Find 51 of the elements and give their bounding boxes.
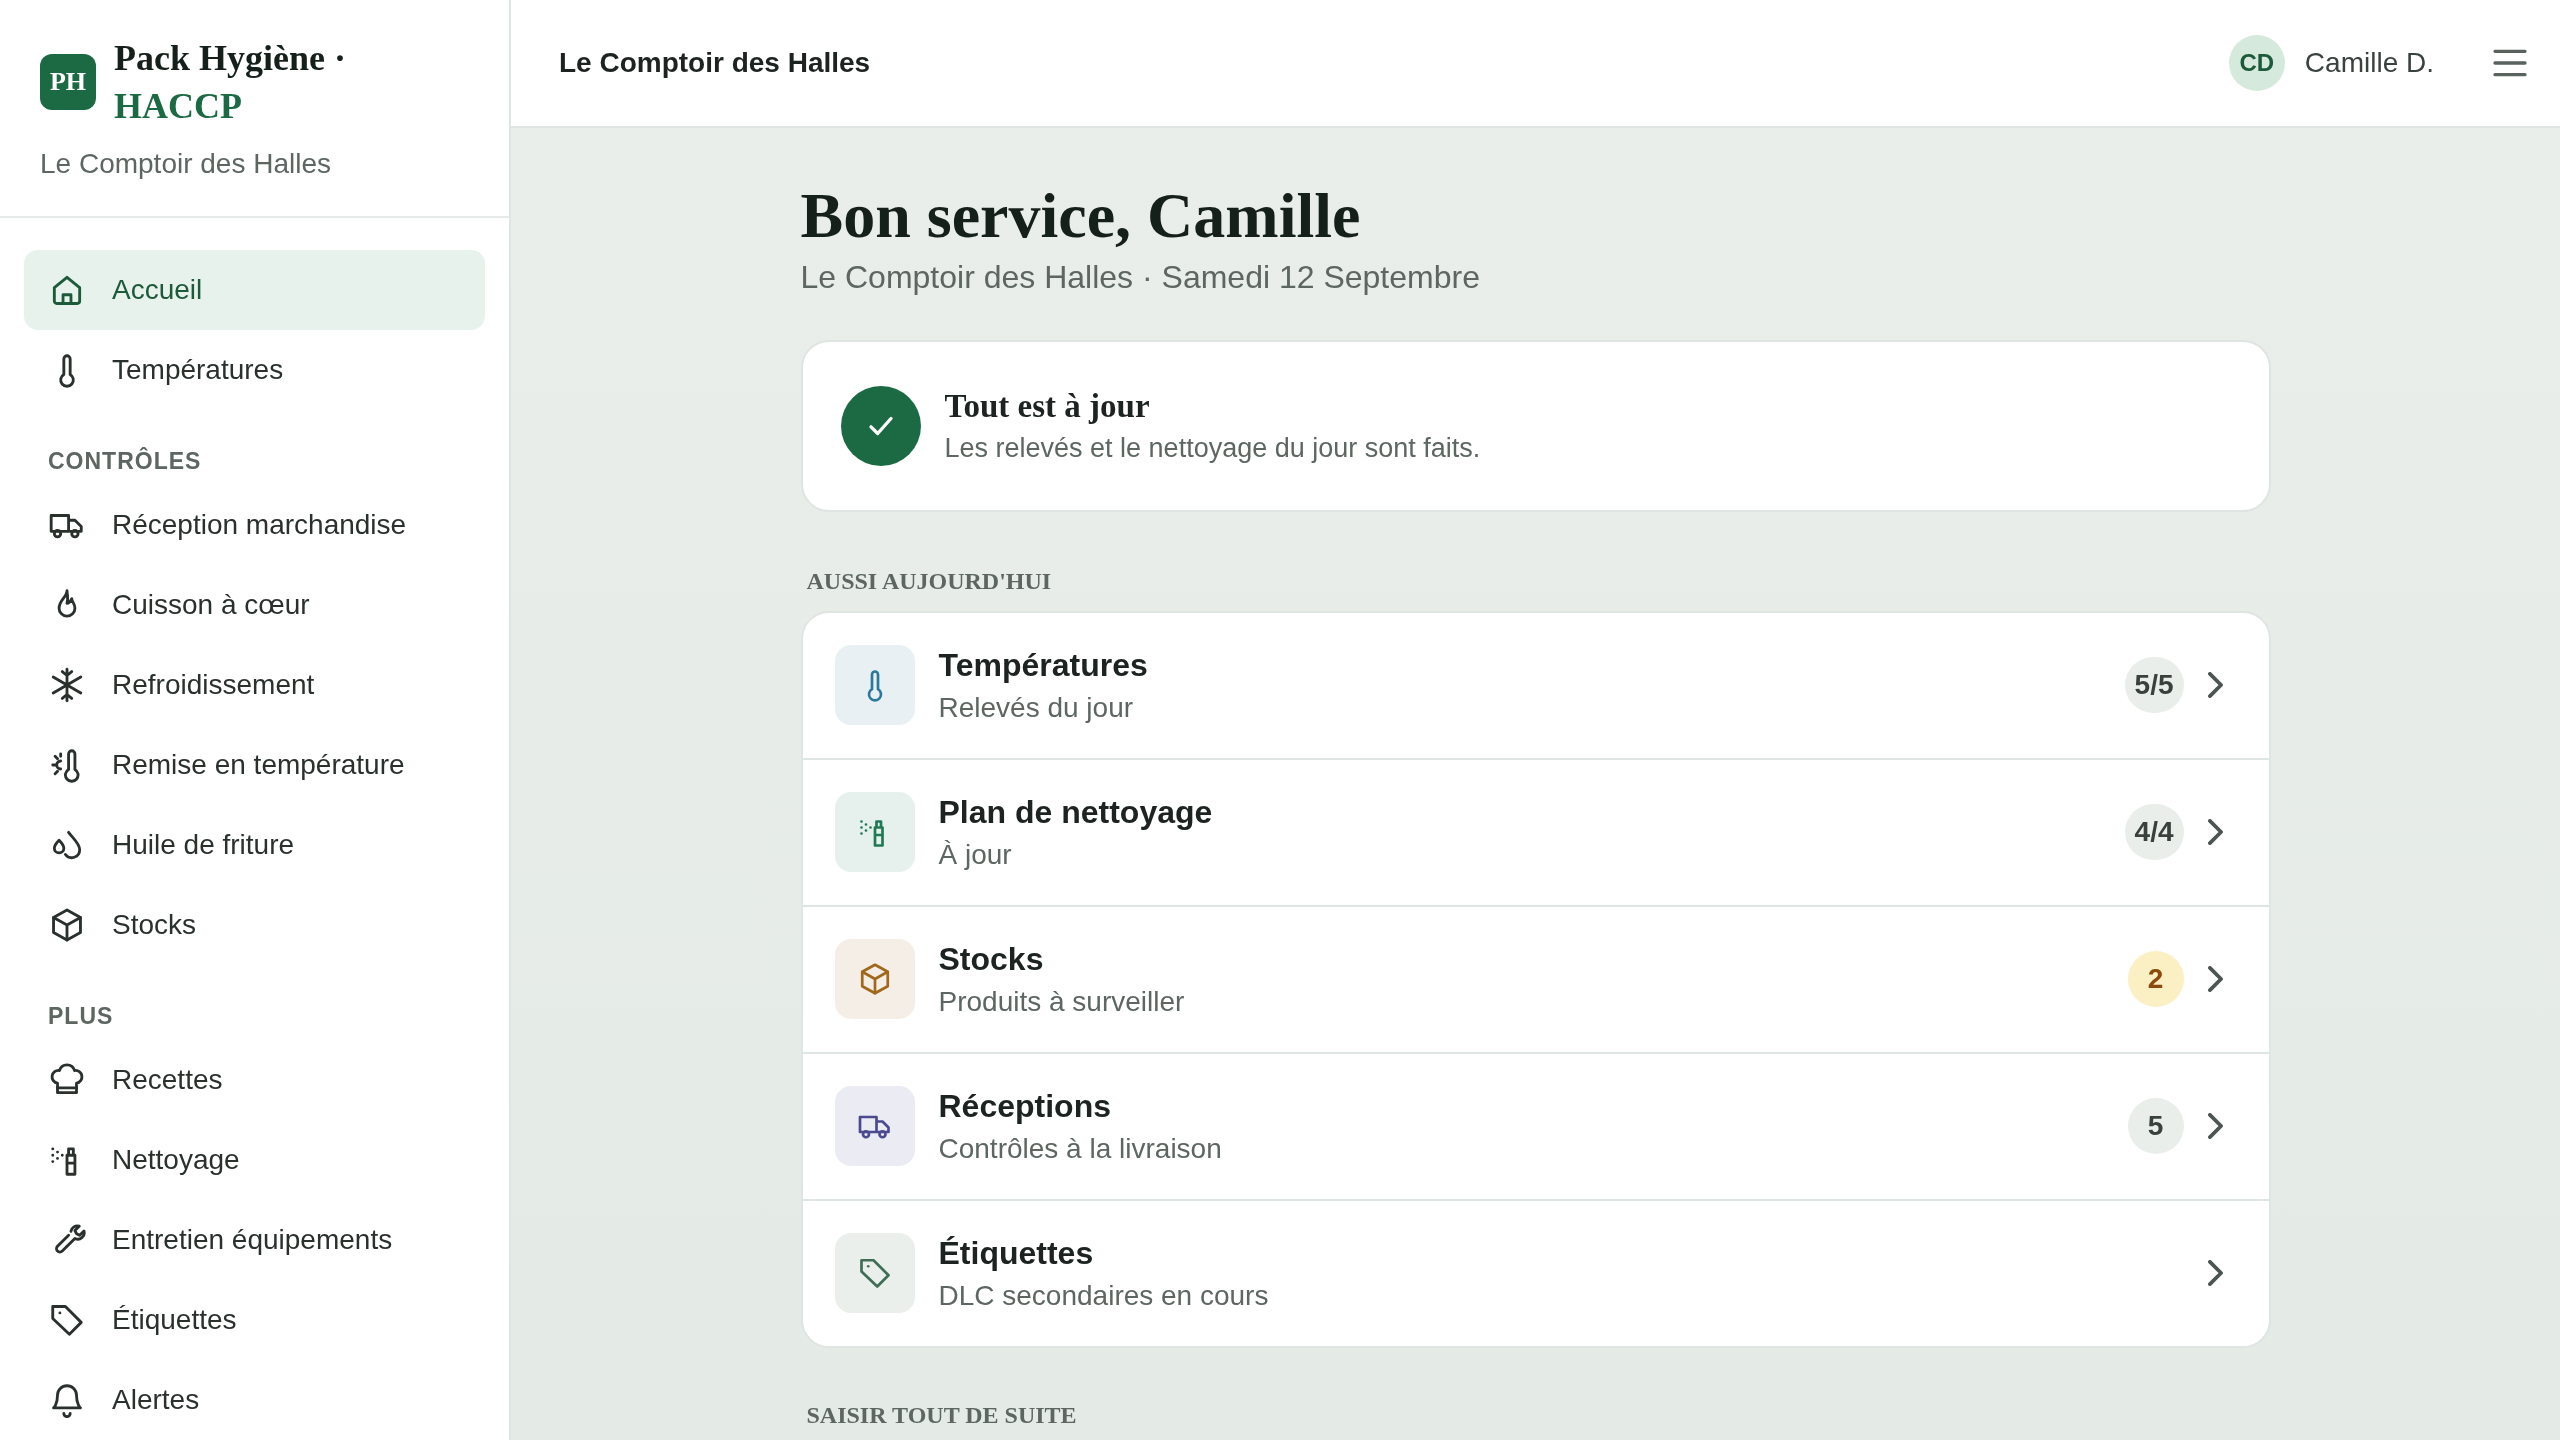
sidebar-item[interactable]: Recettes: [24, 1040, 485, 1120]
task-row[interactable]: Stocks Produits à surveiller 2: [802, 904, 2269, 1052]
count-badge: 2: [2127, 951, 2184, 1008]
row-subtitle: DLC secondaires en cours: [938, 1279, 1270, 1312]
row-title: Réceptions: [938, 1087, 1112, 1125]
sidebar-item[interactable]: Alertes: [24, 1360, 485, 1440]
section-heading: PLUS: [47, 1002, 115, 1031]
chevron-right-icon: [2207, 966, 2223, 993]
sidebar-item[interactable]: Nettoyage: [24, 1120, 485, 1200]
app-logo: PH: [40, 54, 96, 110]
user-name: Camille D.: [2304, 47, 2434, 79]
user-avatar[interactable]: CD: [2228, 35, 2285, 91]
sidebar-item[interactable]: Refroidissement: [24, 645, 485, 725]
establishment-name: Le Comptoir des Halles: [40, 148, 333, 180]
count-badge: 5: [2127, 1098, 2184, 1155]
sidebar-item[interactable]: Huile de friture: [24, 805, 485, 885]
section-heading: SAISIR TOUT DE SUITE: [805, 1400, 1078, 1430]
sidebar-item[interactable]: Stocks: [24, 885, 485, 965]
sidebar-item[interactable]: Remise en température: [24, 725, 485, 805]
row-title: Températures: [938, 646, 1149, 684]
greeting-heading: Bon service, Camille: [800, 179, 1362, 253]
chevron-right-icon: [2207, 1260, 2223, 1287]
row-subtitle: Produits à surveiller: [938, 985, 1186, 1018]
section-heading: CONTRÔLES: [47, 446, 203, 476]
task-row[interactable]: Étiquettes DLC secondaires en cours: [802, 1198, 2269, 1346]
date-subtitle: Le Comptoir des Halles · Samedi 12 Septembre: [800, 258, 1481, 296]
task-row[interactable]: Plan de nettoyage À jour 4/4: [802, 757, 2269, 905]
sidebar-item[interactable]: Réception marchandise: [24, 485, 485, 565]
task-row[interactable]: Réceptions Contrôles à la livraison 5: [802, 1051, 2269, 1199]
sidebar-item[interactable]: Accueil: [24, 250, 485, 330]
row-subtitle: Contrôles à la livraison: [938, 1132, 1223, 1165]
sidebar-item[interactable]: Entretien équipements: [24, 1200, 485, 1280]
section-heading: AUSSI AUJOURD'HUI: [805, 566, 1053, 596]
app-name: Pack Hygiène · HACCP: [114, 37, 347, 128]
count-badge: 4/4: [2124, 804, 2184, 861]
chevron-right-icon: [2207, 1113, 2223, 1140]
row-subtitle: À jour: [938, 838, 1013, 871]
count-badge: 5/5: [2124, 657, 2184, 714]
row-title: Plan de nettoyage: [938, 793, 1214, 831]
status-title: Tout est à jour: [944, 387, 1151, 425]
sidebar-item[interactable]: Cuisson à cœur: [24, 565, 485, 645]
sidebar-item[interactable]: Étiquettes: [24, 1280, 485, 1360]
row-subtitle: Relevés du jour: [938, 691, 1135, 724]
chevron-right-icon: [2207, 672, 2223, 699]
task-row[interactable]: Températures Relevés du jour 5/5: [802, 612, 2269, 758]
chevron-right-icon: [2207, 819, 2223, 846]
page-title: Le Comptoir des Halles: [559, 47, 871, 79]
row-title: Stocks: [938, 940, 1045, 978]
row-title: Étiquettes: [938, 1234, 1095, 1272]
status-description: Les relevés et le nettoyage du jour sont faits.: [944, 432, 1481, 464]
sidebar-item[interactable]: Températures: [24, 330, 485, 410]
